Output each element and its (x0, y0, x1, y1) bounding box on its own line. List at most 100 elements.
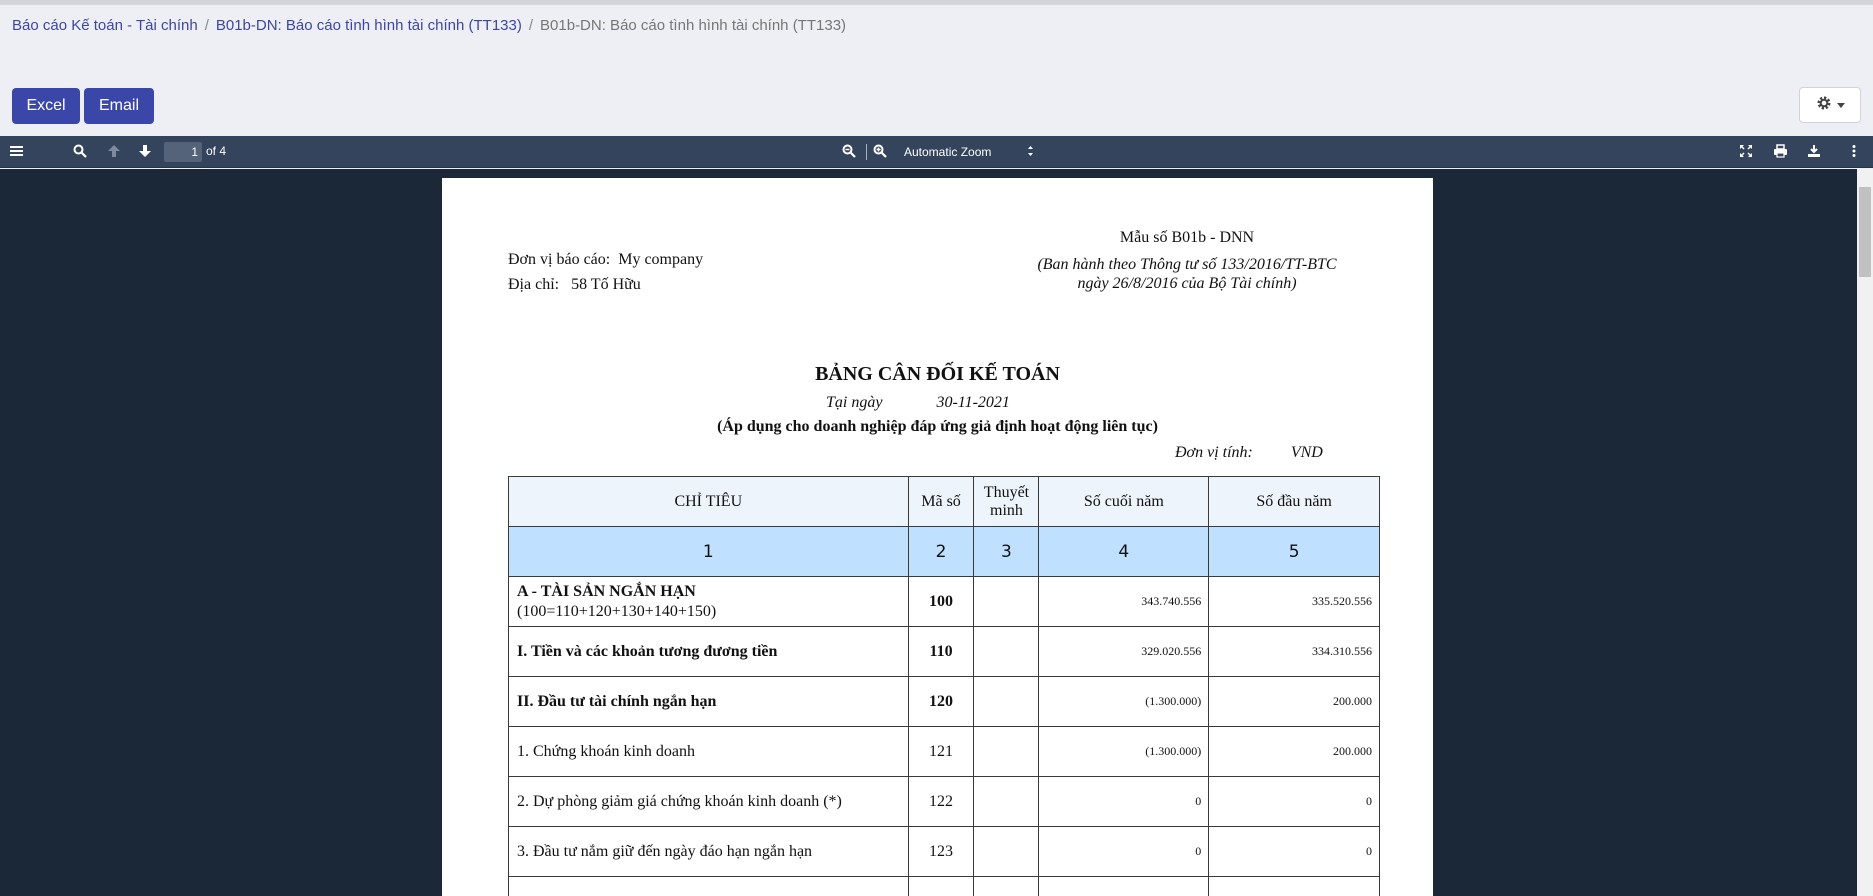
column-number: 1 (508, 526, 909, 577)
address-label: Địa chỉ: (508, 276, 560, 293)
row-code: 110 (907, 626, 975, 677)
row-code: 100 (907, 576, 975, 627)
report-apply-note: (Áp dụng cho doanh nghiệp đáp ứng giả đị… (717, 418, 1158, 435)
zoom-out-icon[interactable] (842, 144, 856, 158)
fullscreen-icon[interactable] (1739, 144, 1753, 158)
issued-line-2: ngày 26/8/2016 của Bộ Tài chính) (1077, 275, 1297, 292)
row-note (973, 726, 1040, 777)
pdf-page: Đơn vị báo cáo: My company Địa chỉ: 58 T… (442, 178, 1433, 896)
column-number: 3 (973, 526, 1040, 577)
row-name: A - TÀI SẢN NGẮN HẠN (100=110+120+130+14… (508, 576, 909, 627)
table-row: A - TÀI SẢN NGẮN HẠN (100=110+120+130+14… (508, 576, 1380, 627)
row-note (973, 826, 1040, 877)
page-number-input[interactable] (164, 142, 202, 162)
print-icon[interactable] (1773, 144, 1788, 158)
form-code: Mẫu số B01b - DNN (1119, 229, 1255, 246)
row-begin-year: 200.000 (1208, 726, 1380, 777)
table-row: 1. Chứng khoán kinh doanh 121 (1.300.000… (508, 726, 1380, 777)
breadcrumb: Báo cáo Kế toán - Tài chính / B01b-DN: B… (12, 17, 846, 34)
pdf-toolbar: of 4 Automatic Zoom (0, 136, 1873, 168)
report-title: BẢNG CÂN ĐỐI KẾ TOÁN (815, 363, 1060, 385)
row-code: 120 (907, 676, 975, 727)
row-note (973, 626, 1040, 677)
form-info: Mẫu số B01b - DNN (Ban hành theo Thông t… (1022, 229, 1352, 293)
row-name: 2. Dự phòng giảm giá chứng khoán kinh do… (508, 776, 909, 827)
row-code: 122 (907, 776, 975, 827)
row-name: 1. Chứng khoán kinh doanh (508, 726, 909, 777)
header-indicator: CHỈ TIÊU (508, 476, 909, 527)
top-border (0, 0, 1873, 5)
date-label: Tại ngày (826, 394, 883, 411)
row-end-year: (1.300.000) (1038, 726, 1210, 777)
header-note-line2: minh (990, 501, 1023, 519)
breadcrumb-item-reports[interactable]: Báo cáo Kế toán - Tài chính (12, 17, 198, 34)
row-end-year: 0 (1038, 776, 1210, 827)
row-end-year: 0 (1038, 826, 1210, 877)
unit-value: VND (1290, 444, 1323, 461)
settings-dropdown-button[interactable] (1799, 87, 1861, 123)
row-begin-year: 0 (1208, 776, 1380, 827)
table-row: 3. Đầu tư nắm giữ đến ngày đáo hạn ngắn … (508, 826, 1380, 877)
pdf-viewer[interactable]: Đơn vị báo cáo: My company Địa chỉ: 58 T… (0, 169, 1873, 896)
table-row: II. Đầu tư tài chính ngắn hạn 120 (1.300… (508, 676, 1380, 727)
row-begin-year: 0 (1208, 826, 1380, 877)
row-name-line2: (100=110+120+130+140+150) (517, 602, 717, 620)
header-end-year: Số cuối năm (1038, 476, 1210, 527)
row-begin-year: 200.000 (1208, 676, 1380, 727)
zoom-in-icon[interactable] (873, 144, 887, 158)
row-note (973, 576, 1040, 627)
table-row: I. Tiền và các khoản tương đương tiền 11… (508, 626, 1380, 677)
header-note: Thuyết minh (973, 476, 1040, 527)
breadcrumb-item-b01b-report[interactable]: B01b-DN: Báo cáo tình hình tài chính (TT… (216, 17, 522, 34)
sidebar-toggle-icon[interactable] (10, 144, 23, 158)
row-end-year (1038, 876, 1210, 896)
company-label: Đơn vị báo cáo: (508, 251, 611, 268)
scrollbar-thumb[interactable] (1859, 187, 1871, 277)
next-page-icon[interactable] (138, 144, 152, 158)
row-begin-year: 334.310.556 (1208, 626, 1380, 677)
report-date: Tại ngày 30-11-2021 (826, 394, 1010, 412)
zoom-separator (866, 144, 867, 160)
breadcrumb-separator: / (204, 17, 209, 34)
unit-label: Đơn vị tính: (1175, 444, 1253, 461)
row-begin-year (1208, 876, 1380, 896)
excel-button[interactable]: Excel (12, 88, 80, 124)
row-note (973, 776, 1040, 827)
address-value: 58 Tố Hữu (571, 276, 641, 293)
email-button[interactable]: Email (84, 88, 154, 124)
row-name: II. Đầu tư tài chính ngắn hạn (508, 676, 909, 727)
select-arrows-icon (1027, 145, 1034, 160)
company-info: Đơn vị báo cáo: My company Địa chỉ: 58 T… (508, 247, 703, 297)
row-note (973, 876, 1040, 896)
download-icon[interactable] (1807, 144, 1821, 158)
caret-down-icon (1836, 96, 1845, 114)
company-value: My company (618, 251, 704, 268)
row-name: 3. Đầu tư nắm giữ đến ngày đáo hạn ngắn … (508, 826, 909, 877)
column-number: 2 (907, 526, 975, 577)
table-row (508, 876, 1380, 896)
header-begin-year: Số đầu năm (1208, 476, 1380, 527)
zoom-select[interactable]: Automatic Zoom (896, 142, 1042, 162)
previous-page-icon[interactable] (107, 144, 121, 158)
gear-icon (1816, 95, 1832, 116)
more-options-icon[interactable] (1852, 144, 1856, 158)
row-code: 123 (907, 826, 975, 877)
row-name (508, 876, 909, 896)
table-row: 2. Dự phòng giảm giá chứng khoán kinh do… (508, 776, 1380, 827)
header-code: Mã số (907, 476, 975, 527)
balance-sheet-table: CHỈ TIÊU Mã số Thuyết minh Số cuối năm S… (508, 476, 1380, 896)
row-note (973, 676, 1040, 727)
breadcrumb-current: B01b-DN: Báo cáo tình hình tài chính (TT… (540, 17, 847, 34)
header-note-line1: Thuyết (983, 483, 1030, 501)
search-icon[interactable] (73, 144, 87, 158)
row-begin-year: 335.520.556 (1208, 576, 1380, 627)
page-total-label: of 4 (206, 144, 227, 158)
row-end-year: (1.300.000) (1038, 676, 1210, 727)
breadcrumb-separator: / (528, 17, 534, 34)
column-number: 5 (1208, 526, 1380, 577)
row-name-line1: A - TÀI SẢN NGẮN HẠN (517, 582, 696, 600)
row-end-year: 329.020.556 (1038, 626, 1210, 677)
viewer-scrollbar[interactable] (1857, 169, 1873, 896)
row-name: I. Tiền và các khoản tương đương tiền (508, 626, 909, 677)
column-number: 4 (1038, 526, 1210, 577)
